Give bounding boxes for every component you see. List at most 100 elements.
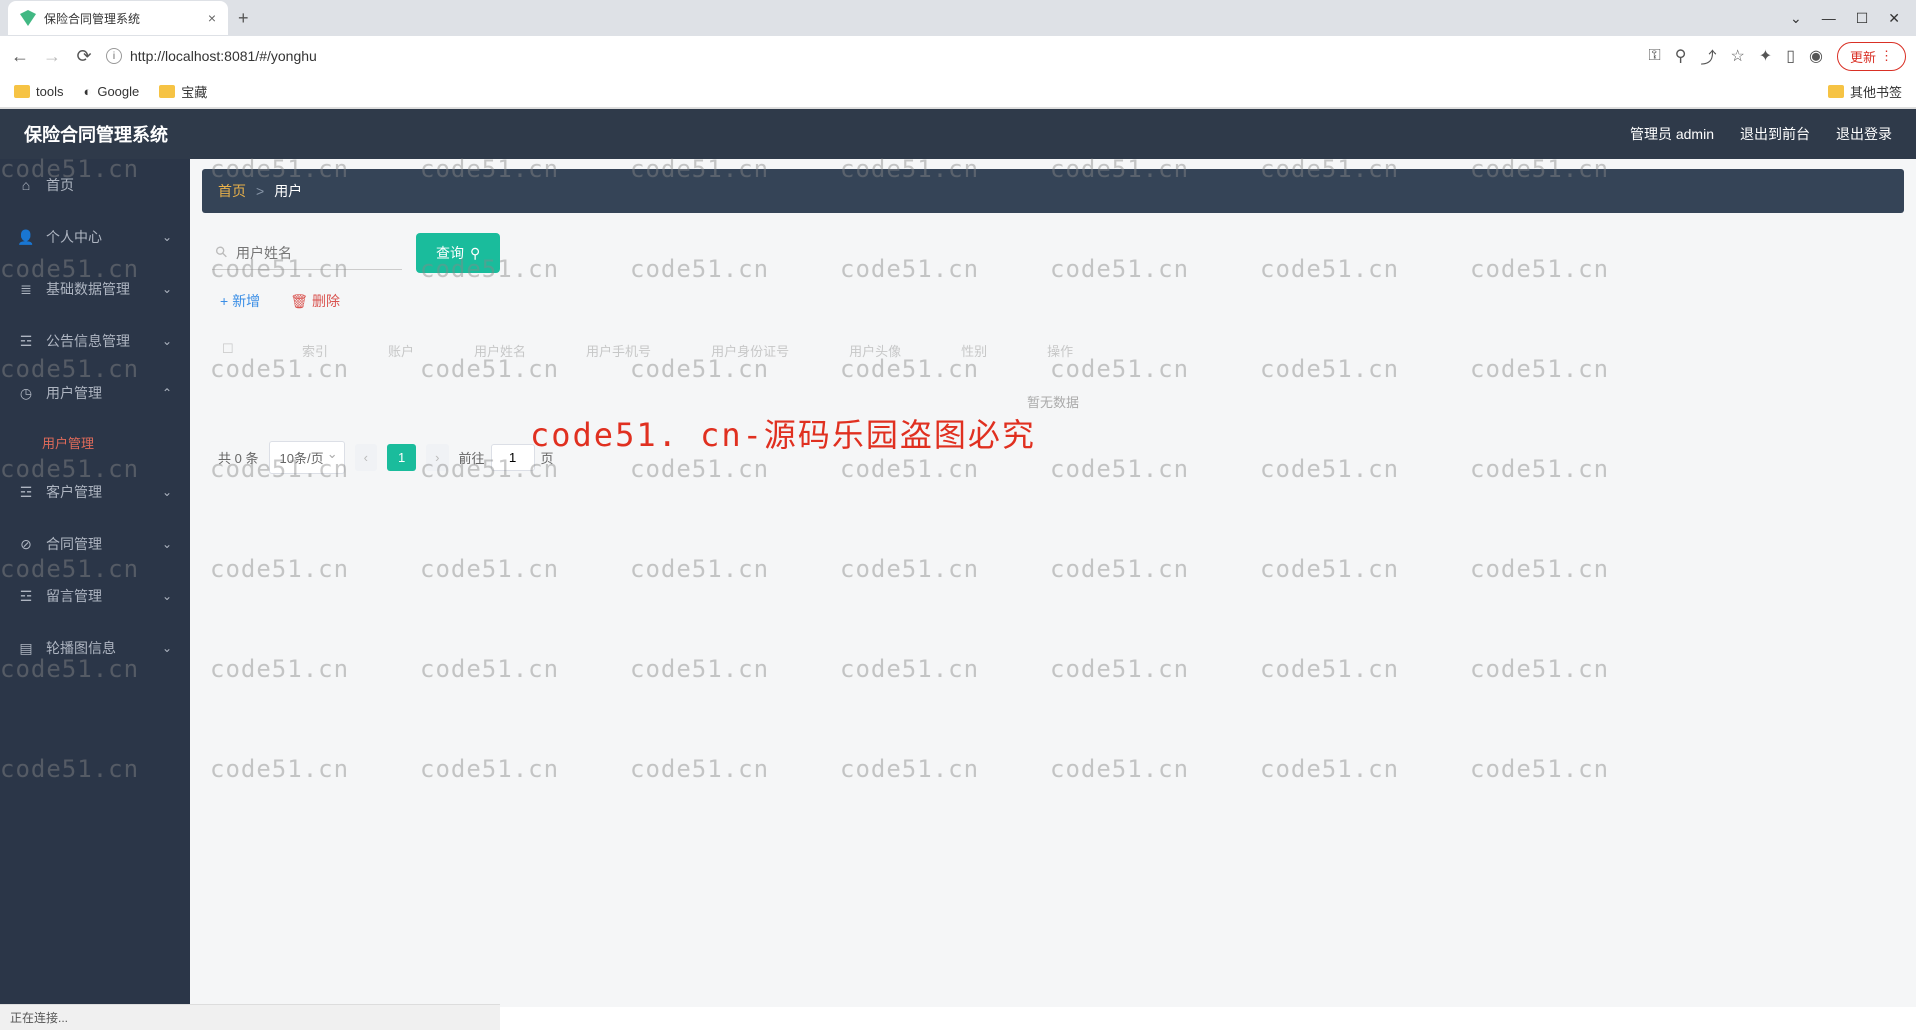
breadcrumb-separator: > [256,183,264,199]
bookmark-tools[interactable]: tools [14,84,63,99]
search-icon[interactable]: ⚲ [1675,46,1687,66]
forward-button[interactable]: → [42,46,62,67]
list-icon: ☲ [18,333,34,350]
sidebar-item-customer[interactable]: ☲客户管理⌄ [0,466,190,518]
sidebar-sub-user-mgmt[interactable]: 用户管理 [0,419,190,466]
trash-icon: 🗑 [290,293,308,310]
bookmark-baozang[interactable]: 宝藏 [159,82,207,101]
user-label[interactable]: 管理员 admin [1630,124,1714,144]
sidebar-item-personal[interactable]: 👤个人中心⌄ [0,211,190,263]
browser-tab[interactable]: 保险合同管理系统 × [8,1,228,35]
breadcrumb-home[interactable]: 首页 [218,181,246,201]
update-button[interactable]: 更新 ⋮ [1837,42,1906,71]
sidebar-item-message[interactable]: ☲留言管理⌄ [0,570,190,622]
sidebar-item-home[interactable]: ⌂首页 [0,159,190,211]
page-next[interactable]: › [426,444,448,471]
profile-icon[interactable]: ◉ [1809,46,1823,66]
folder-icon [159,85,175,98]
tab-bar: 保险合同管理系统 × + ⌄ — ☐ ✕ [0,0,1916,36]
back-button[interactable]: ← [10,46,30,67]
table-header: ☐ 索引 账户 用户姓名 用户手机号 用户身份证号 用户头像 性别 操作 [202,329,1904,372]
layout-icon: ▤ [18,640,34,657]
maximize-icon[interactable]: ☐ [1856,10,1869,27]
checkbox-all[interactable]: ☐ [222,341,242,360]
share-icon[interactable]: ⤴ [1700,44,1716,68]
sidebar-item-announcement[interactable]: ☲公告信息管理⌄ [0,315,190,367]
chevron-up-icon: ⌃ [162,386,172,400]
address-bar: ← → ⟳ i http://localhost:8081/#/yonghu ⚿… [0,36,1916,76]
th-action: 操作 [1047,341,1073,360]
page-prev[interactable]: ‹ [355,444,377,471]
sidebar-item-basic-data[interactable]: ≣基础数据管理⌄ [0,263,190,315]
sidebar-item-carousel[interactable]: ▤轮播图信息⌄ [0,622,190,674]
chevron-down-icon: ⌄ [162,230,172,244]
search-wrap [212,237,402,270]
folder-icon [1828,85,1844,98]
bookmark-icon[interactable]: ☆ [1730,46,1744,66]
list-icon: ☲ [18,484,34,501]
sidebar-item-contract[interactable]: ⊘合同管理⌄ [0,518,190,570]
user-icon: 👤 [18,229,34,246]
breadcrumb: 首页 > 用户 [202,169,1904,213]
dropdown-icon[interactable]: ⌄ [1790,10,1802,27]
browser-chrome: 保险合同管理系统 × + ⌄ — ☐ ✕ ← → ⟳ i http://loca… [0,0,1916,109]
key-icon[interactable]: ⚿ [1649,47,1661,65]
window-controls: ⌄ — ☐ ✕ [1790,10,1916,27]
site-info-icon[interactable]: i [106,48,122,64]
plus-icon: + [220,293,228,309]
panel-icon[interactable]: ▯ [1786,46,1795,66]
other-bookmarks[interactable]: 其他书签 [1828,82,1902,101]
page-size-select[interactable]: 10条/页 [269,441,345,474]
header-right: 管理员 admin 退出到前台 退出登录 [1630,124,1892,144]
app-header: 保险合同管理系统 管理员 admin 退出到前台 退出登录 [0,109,1916,159]
chevron-down-icon: ⌄ [162,537,172,551]
th-gender: 性别 [961,341,987,360]
search-input[interactable] [212,237,402,270]
url-box[interactable]: i http://localhost:8081/#/yonghu [106,48,1637,64]
main-content: 首页 > 用户 查询⚲ +新增 🗑删除 ☐ 索引 账户 用户姓名 用户手机号 用… [190,159,1916,1007]
close-window-icon[interactable]: ✕ [1888,10,1900,27]
th-phone: 用户手机号 [586,341,651,360]
exit-to-front-button[interactable]: 退出到前台 [1740,124,1810,144]
th-account: 账户 [388,341,414,360]
th-username: 用户姓名 [474,341,526,360]
th-idcard: 用户身份证号 [711,341,789,360]
th-index: 索引 [302,341,328,360]
tab-close-icon[interactable]: × [208,10,216,26]
chevron-down-icon: ⌄ [162,282,172,296]
folder-icon [14,85,30,98]
th-avatar: 用户头像 [849,341,901,360]
app-body: ⌂首页 👤个人中心⌄ ≣基础数据管理⌄ ☲公告信息管理⌄ ◷用户管理⌃ 用户管理… [0,159,1916,1007]
list-icon: ≣ [18,281,34,298]
vue-favicon [20,10,36,26]
add-button[interactable]: +新增 [220,291,260,311]
page-goto-input[interactable] [491,444,535,471]
app-title: 保险合同管理系统 [24,121,168,147]
extensions-icon[interactable]: ✦ [1759,46,1772,66]
new-tab-button[interactable]: + [238,8,249,29]
circle-icon: ⊘ [18,536,34,553]
table-empty: 暂无数据 [202,372,1904,431]
reload-button[interactable]: ⟳ [74,46,94,67]
query-button[interactable]: 查询⚲ [416,233,500,273]
sidebar: ⌂首页 👤个人中心⌄ ≣基础数据管理⌄ ☲公告信息管理⌄ ◷用户管理⌃ 用户管理… [0,159,190,1007]
list-icon: ☲ [18,588,34,605]
page-total: 共 0 条 [218,448,259,467]
breadcrumb-current: 用户 [274,181,302,201]
google-icon: ◐ [83,84,91,99]
clock-icon: ◷ [18,385,34,402]
page-current[interactable]: 1 [387,444,416,471]
minimize-icon[interactable]: — [1822,10,1836,27]
logout-button[interactable]: 退出登录 [1836,124,1892,144]
chevron-down-icon: ⌄ [162,485,172,499]
bookmark-bar: tools ◐Google 宝藏 其他书签 [0,76,1916,108]
chevron-down-icon: ⌄ [162,334,172,348]
home-icon: ⌂ [18,177,34,193]
sidebar-item-user-mgmt[interactable]: ◷用户管理⌃ [0,367,190,419]
chevron-down-icon: ⌄ [162,589,172,603]
tab-title: 保险合同管理系统 [44,10,140,27]
bookmark-google[interactable]: ◐Google [83,84,139,99]
toolbar-right-icons: ⚿ ⚲ ⤴ ☆ ✦ ▯ ◉ 更新 ⋮ [1649,42,1906,71]
delete-button[interactable]: 🗑删除 [290,291,340,311]
chevron-down-icon: ⌄ [162,641,172,655]
